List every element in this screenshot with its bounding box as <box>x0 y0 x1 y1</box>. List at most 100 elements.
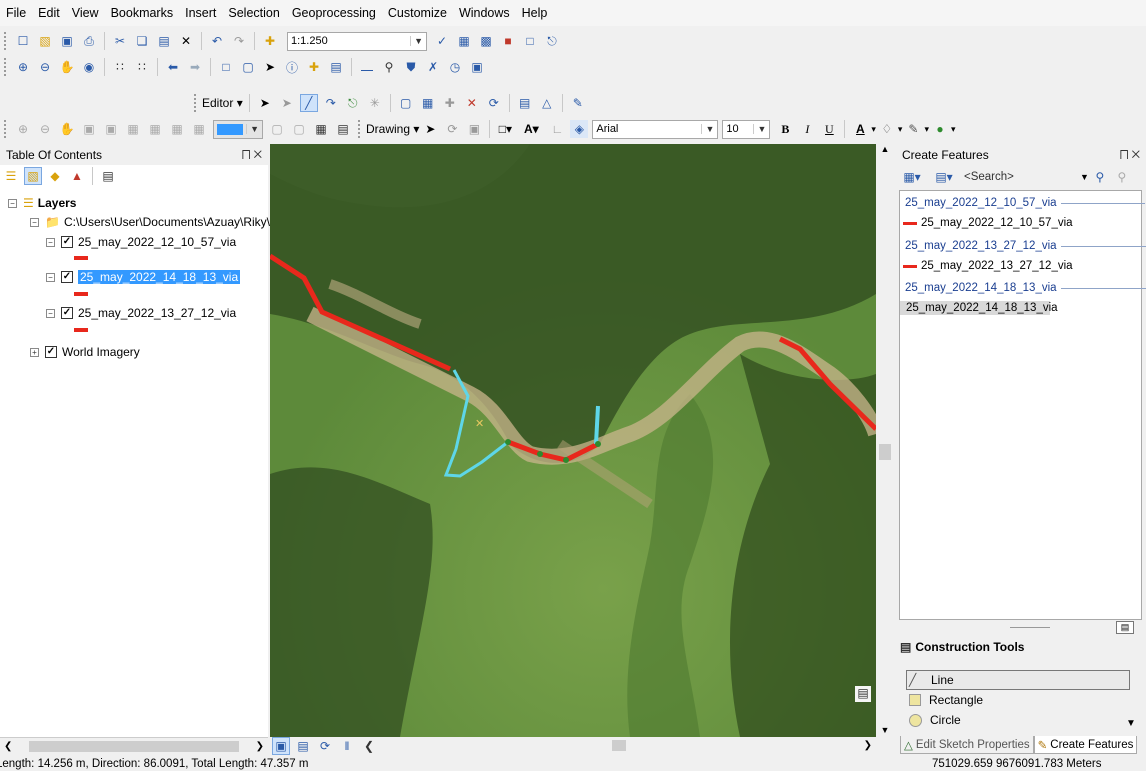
underline-button[interactable]: U <box>820 120 838 138</box>
table-icon[interactable]: ▦ <box>455 32 473 50</box>
go-to-xy-icon[interactable]: ✗ <box>424 58 442 76</box>
point-icon[interactable]: ✳ <box>366 94 384 112</box>
layer-row-selected[interactable]: − ✓ 25_may_2022_14_18_13_via <box>46 268 241 286</box>
feature-template[interactable]: 25_may_2022_12_10_57_via <box>903 217 1073 229</box>
measure-icon[interactable]: ⎼ <box>358 58 376 76</box>
tab-create-features[interactable]: ✎ Create Features <box>1033 736 1138 754</box>
zoom-whole-page-icon[interactable]: ▣ <box>80 120 98 138</box>
menu-bookmarks[interactable]: Bookmarks <box>111 6 174 20</box>
list-by-source-icon[interactable]: ▧ <box>24 167 42 185</box>
refresh-icon[interactable]: ⟳ <box>316 737 334 755</box>
font-color-button[interactable]: A <box>851 120 869 138</box>
map-vertical-scrollbar[interactable]: ▲ ▼ <box>876 144 894 737</box>
toc-horizontal-scrollbar[interactable]: ❮ ❯ <box>0 737 268 754</box>
pause-drawing-icon[interactable]: ‖ <box>338 737 356 755</box>
bold-button[interactable]: B <box>776 120 794 138</box>
scroll-right-icon[interactable]: ❯ <box>256 741 264 752</box>
fill-color-icon[interactable]: ♢ <box>878 120 896 138</box>
chevron-down-icon[interactable]: ▼ <box>1080 172 1089 182</box>
collapse-icon[interactable]: − <box>30 217 39 227</box>
toolbar-grip[interactable] <box>4 32 8 50</box>
forward-icon[interactable]: ➡ <box>186 58 204 76</box>
layer-symbol[interactable] <box>74 292 88 296</box>
zoom-out-icon[interactable]: ⊖ <box>36 58 54 76</box>
layer-symbol[interactable] <box>74 256 88 260</box>
delete-icon[interactable]: ✕ <box>177 32 195 50</box>
reshape-icon[interactable]: ▦ <box>419 94 437 112</box>
basemap-row[interactable]: + ✓ World Imagery <box>30 343 140 361</box>
trace-icon[interactable]: ⎋ <box>344 94 362 112</box>
paste-icon[interactable]: ▤ <box>155 32 173 50</box>
go-forward-extent-icon[interactable]: ▦ <box>190 120 208 138</box>
sketch-properties-icon[interactable]: △ <box>538 94 556 112</box>
expand-icon[interactable]: + <box>30 347 39 357</box>
straight-segment-icon[interactable]: ╱ <box>299 94 318 112</box>
layer-visibility-checkbox[interactable]: ✓ <box>45 346 57 358</box>
editor-menu[interactable]: Editor ▾ <box>202 96 243 110</box>
pin-close-icon[interactable]: ⨅ ✕ <box>1120 149 1140 162</box>
rectangle-draw-icon[interactable]: □▾ <box>496 120 514 138</box>
full-extent-icon[interactable]: ◉ <box>80 58 98 76</box>
time-slider-icon[interactable]: ◷ <box>446 58 464 76</box>
search-icon[interactable]: ⚲ <box>1091 168 1109 186</box>
toggle-view-icon[interactable]: ▤ <box>1116 621 1134 634</box>
pin-close-icon[interactable]: ⨅ ✕ <box>242 149 262 162</box>
clear-selection-icon[interactable]: ▢ <box>239 58 257 76</box>
tab-edit-sketch-properties[interactable]: △ Edit Sketch Properties <box>900 736 1034 754</box>
fixed-zoom-in-icon[interactable]: ∷ <box>111 58 129 76</box>
line-color-icon[interactable]: ✎ <box>904 120 922 138</box>
layout-zoom-in-icon[interactable]: ⊕ <box>14 120 32 138</box>
menu-selection[interactable]: Selection <box>228 6 279 20</box>
cut-icon[interactable]: ✂ <box>111 32 129 50</box>
identify-icon[interactable]: ⓘ <box>283 58 301 76</box>
list-by-drawing-order-icon[interactable]: ☰ <box>2 167 20 185</box>
fixed-zoom-out-icon[interactable]: ∷ <box>133 58 151 76</box>
scrollbar-thumb[interactable] <box>29 740 239 752</box>
rotate-element-icon[interactable]: ⟳ <box>443 120 461 138</box>
split-icon[interactable]: ✕ <box>463 94 481 112</box>
map-tips-icon[interactable]: ▤ <box>855 686 871 702</box>
options-icon[interactable]: ▤ <box>99 167 117 185</box>
tool-circle[interactable]: Circle <box>909 713 961 727</box>
fixed-in-icon[interactable]: ▦ <box>124 120 142 138</box>
scrollbar-thumb[interactable] <box>612 740 626 751</box>
edit-annotation-icon[interactable]: ➤ <box>278 94 296 112</box>
change-layout-icon[interactable]: ▦ <box>312 120 330 138</box>
feature-template[interactable]: 25_may_2022_13_27_12_via <box>903 260 1073 272</box>
edit-vertices-icon[interactable]: ▢ <box>397 94 415 112</box>
folder-node[interactable]: − 📁 C:\Users\User\Documents\Azuay\Riky\R… <box>30 213 289 231</box>
open-icon[interactable]: ▧ <box>36 32 54 50</box>
model-builder-icon[interactable]: ⎋ <box>543 32 561 50</box>
pan-icon[interactable]: ✋ <box>58 58 76 76</box>
rotate-icon[interactable]: ⟳ <box>485 94 503 112</box>
list-by-visibility-icon[interactable]: ◆ <box>46 167 64 185</box>
tool-line[interactable]: ╱ Line <box>909 673 954 687</box>
html-popup-icon[interactable]: ▤ <box>327 58 345 76</box>
new-document-icon[interactable]: ☐ <box>14 32 32 50</box>
menu-geoprocessing[interactable]: Geoprocessing <box>292 6 376 20</box>
layer-row[interactable]: − ✓ 25_may_2022_13_27_12_via <box>46 304 236 322</box>
tool-rectangle[interactable]: Rectangle <box>909 693 983 707</box>
redo-icon[interactable]: ↷ <box>230 32 248 50</box>
scroll-left-icon[interactable]: ❮ <box>360 737 378 755</box>
scroll-up-icon[interactable]: ▲ <box>876 144 894 154</box>
font-icon[interactable]: ◈ <box>570 120 589 138</box>
add-data-icon[interactable]: ✚ <box>261 32 279 50</box>
menu-edit[interactable]: Edit <box>38 6 60 20</box>
scale-combobox[interactable]: 1:1.250 ▼ <box>287 31 427 51</box>
data-view-icon[interactable]: ▣ <box>272 736 290 755</box>
chevron-down-icon[interactable]: ▼ <box>1126 718 1136 729</box>
search-input[interactable]: <Search> <box>964 171 1074 183</box>
layer-symbol[interactable] <box>74 328 88 332</box>
layout-pan-icon[interactable]: ✋ <box>58 120 76 138</box>
back-icon[interactable]: ⬅ <box>164 58 182 76</box>
curved-text-icon[interactable]: ∟ <box>548 120 566 138</box>
editor-toolbar-icon[interactable]: ✓ <box>433 32 451 50</box>
menu-insert[interactable]: Insert <box>185 6 216 20</box>
select-elements-icon[interactable]: ➤ <box>261 58 279 76</box>
edit-tool-icon[interactable]: ➤ <box>256 94 274 112</box>
font-name-combo[interactable]: Arial ▼ <box>592 119 719 139</box>
panel-splitter[interactable] <box>1010 627 1050 628</box>
catalog-icon[interactable]: ▩ <box>477 32 495 50</box>
select-element-icon[interactable]: ➤ <box>421 120 439 138</box>
